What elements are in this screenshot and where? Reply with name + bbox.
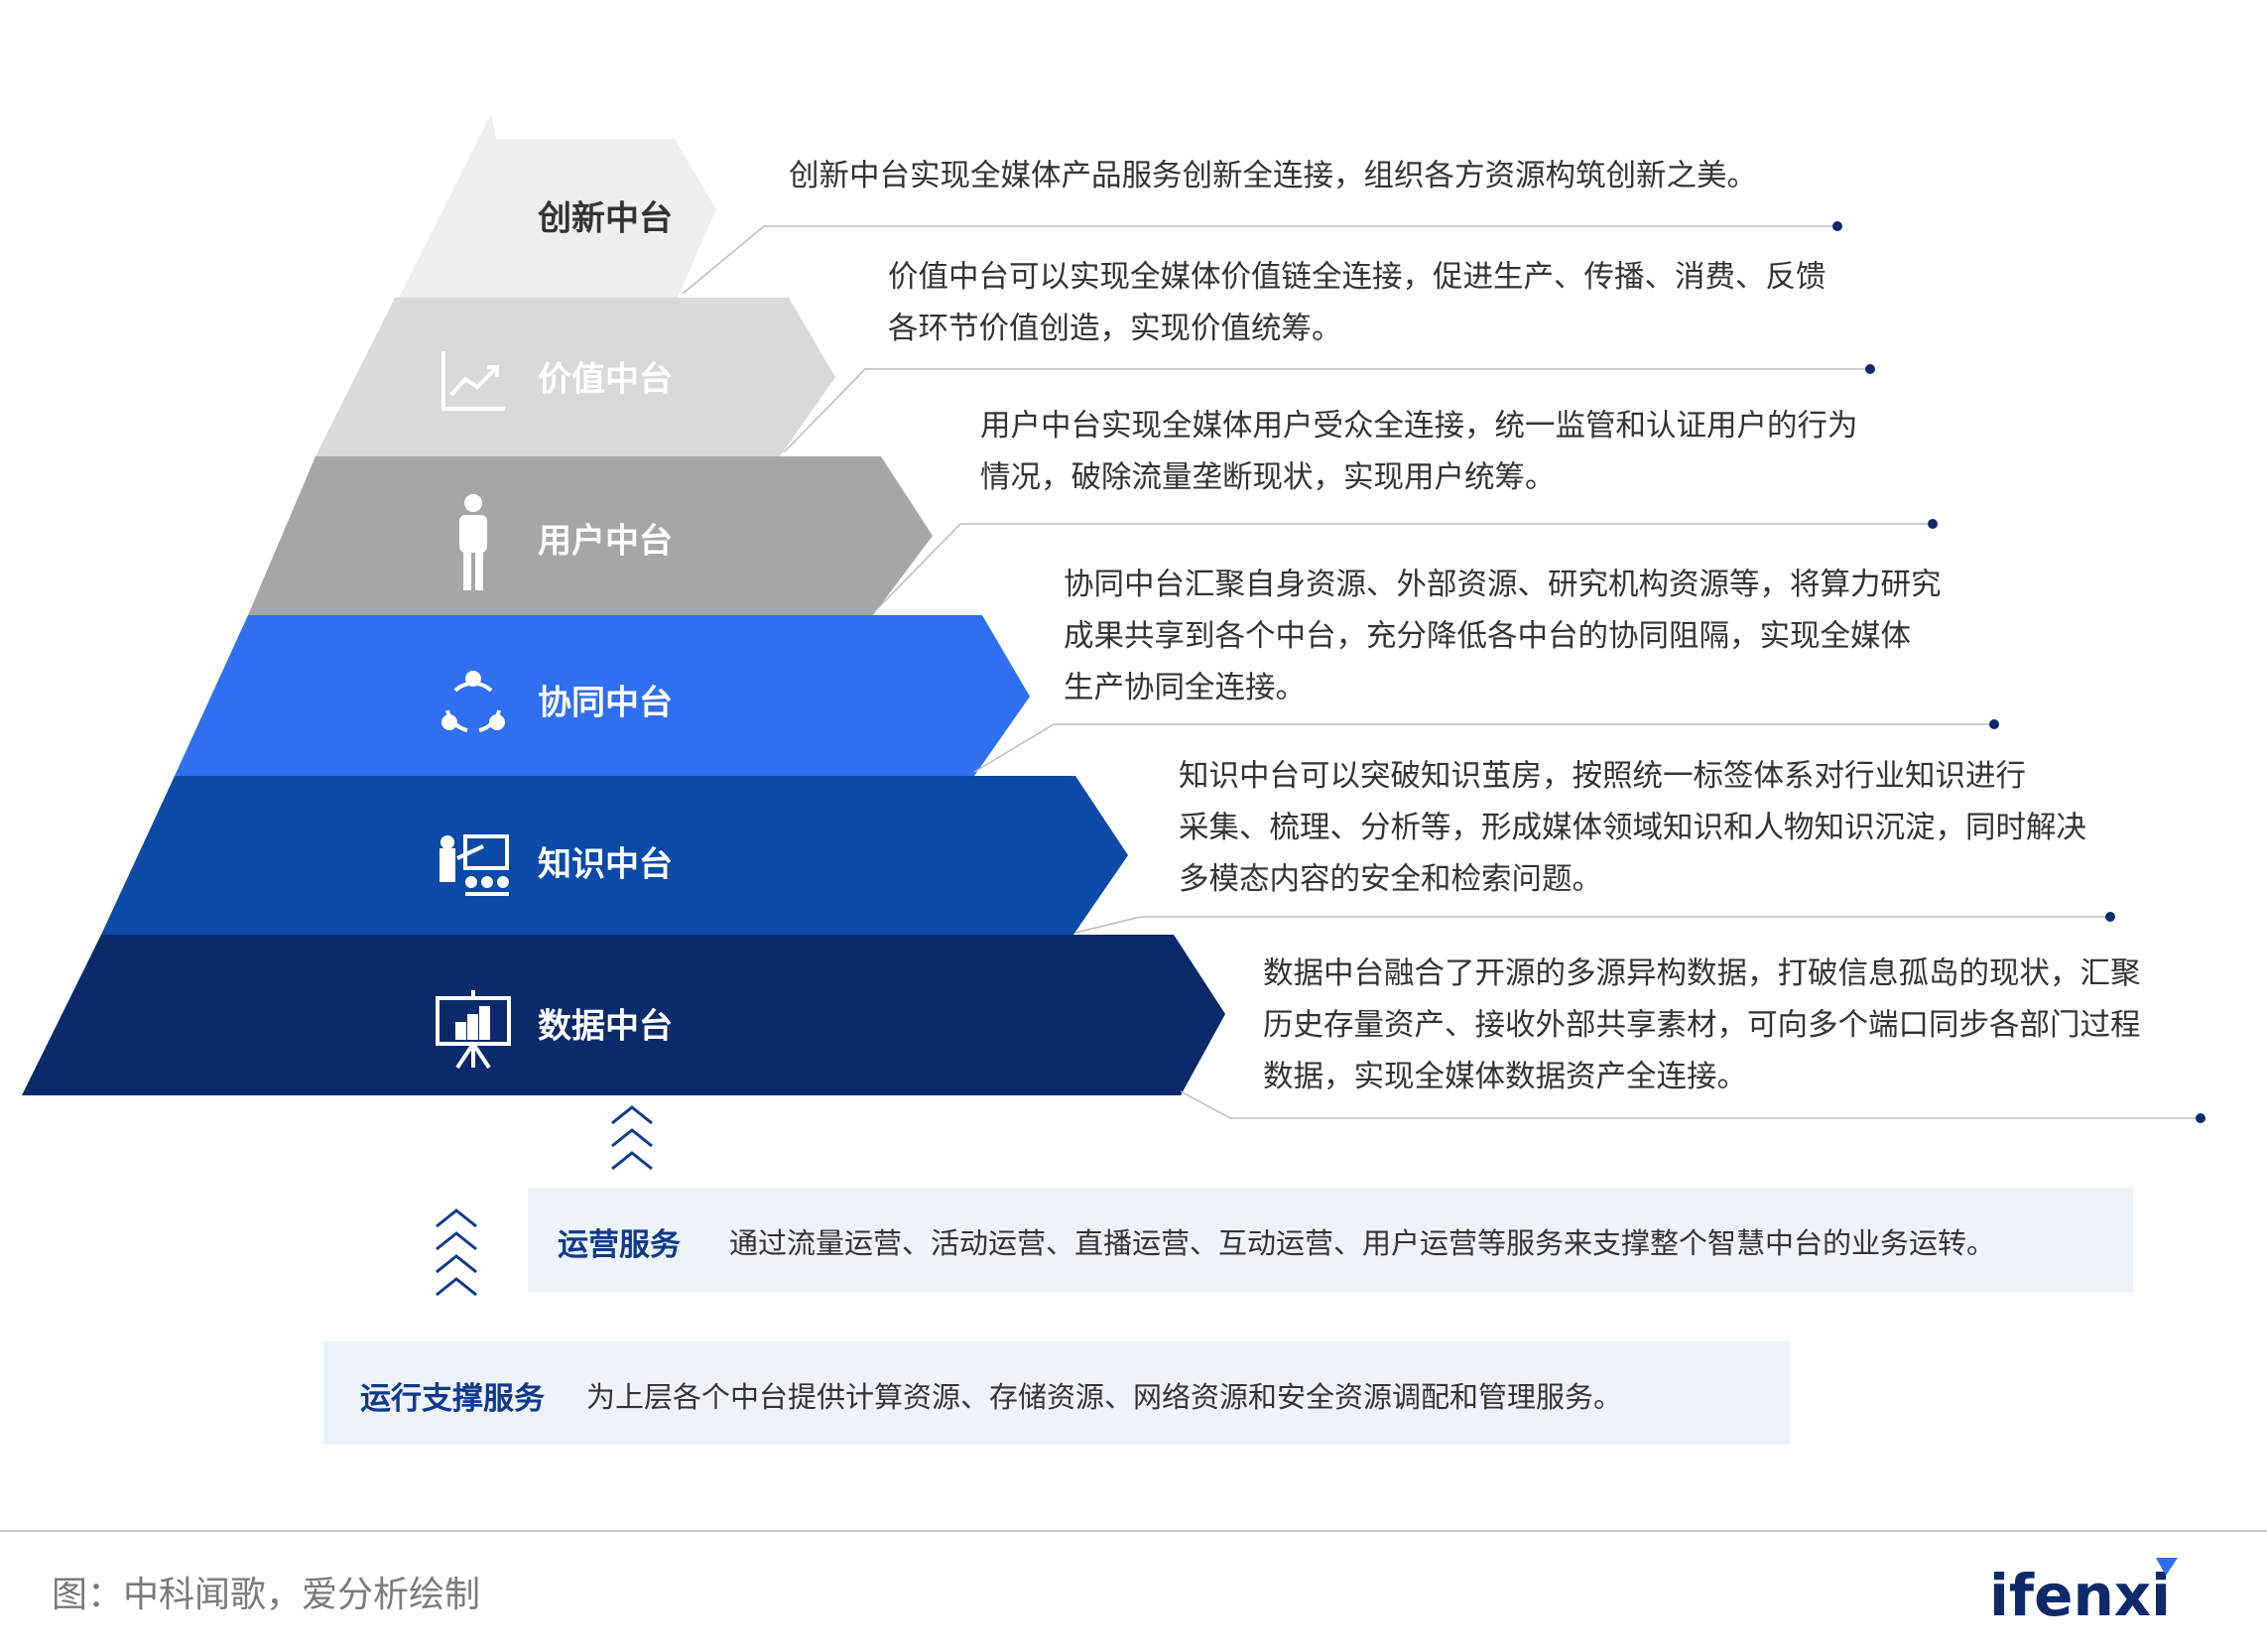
leader-dot <box>1865 364 1875 374</box>
description-line: 数据，实现全媒体数据资产全连接。 <box>1263 1060 1747 1094</box>
description-line: 成果共享到各个中台，充分降低各中台的协同阻隔，实现全媒体 <box>1064 619 1911 654</box>
description-line: 数据中台融合了开源的多源异构数据，打破信息孤岛的现状，汇聚 <box>1263 956 2141 991</box>
description-line: 创新中台实现全媒体产品服务创新全连接，组织各方资源构筑创新之美。 <box>789 159 1757 193</box>
operations-service-title: 运营服务 <box>558 1227 681 1263</box>
layer-description: 价值中台可以实现全媒体价值链全连接，促进生产、传播、消费、反馈 各环节价值创造，实… <box>888 252 1826 355</box>
leader-dot <box>1832 221 1842 231</box>
operations-service-box: 运营服务 通过流量运营、活动运营、直播运营、互动运营、用户运营等服务来支撑整个智… <box>528 1188 2133 1292</box>
description-line: 协同中台汇聚自身资源、外部资源、研究机构资源等，将算力研究 <box>1064 568 1942 602</box>
description-line: 历史存量资产、接收外部共享素材，可向多个端口同步各部门过程 <box>1263 1008 2141 1043</box>
layer-description: 数据中台融合了开源的多源异构数据，打破信息孤岛的现状，汇聚 历史存量资产、接收外部… <box>1263 949 2141 1103</box>
svg-text:ifenxi: ifenxi <box>1989 1562 2171 1629</box>
up-chevrons-icon <box>611 1105 653 1171</box>
leader-dot <box>1989 719 1999 729</box>
up-chevrons-icon <box>436 1208 477 1297</box>
leader-dot <box>1928 519 1938 529</box>
runtime-service-title: 运行支撑服务 <box>360 1381 545 1417</box>
source-note: 图：中科闻歌，爱分析绘制 <box>52 1575 481 1615</box>
pyramid-layer-label: 创新中台 <box>537 199 673 239</box>
pyramid-layer-label: 数据中台 <box>538 1007 673 1047</box>
description-line: 情况，破除流量垄断现状，实现用户统筹。 <box>980 460 1556 495</box>
description-line: 生产协同全连接。 <box>1064 671 1306 705</box>
footer-divider <box>0 1530 2267 1532</box>
description-line: 用户中台实现全媒体用户受众全连接，统一监管和认证用户的行为 <box>980 409 1858 444</box>
leader-line <box>1074 916 2110 934</box>
operations-service-text: 通过流量运营、活动运营、直播运营、互动运营、用户运营等服务来支撑整个智慧中台的业… <box>729 1226 1996 1260</box>
description-line: 知识中台可以突破知识茧房，按照统一标签体系对行业知识进行 <box>1179 759 2026 794</box>
layer-description: 协同中台汇聚自身资源、外部资源、研究机构资源等，将算力研究 成果共享到各个中台，充… <box>1064 560 1942 714</box>
description-line: 各环节价值创造，实现价值统筹。 <box>888 312 1342 346</box>
layer-description: 知识中台可以突破知识茧房，按照统一标签体系对行业知识进行采集、梳理、分析等，形成… <box>1179 751 2086 906</box>
leader-dot <box>2196 1113 2205 1123</box>
pyramid-layer-label: 协同中台 <box>538 684 673 723</box>
layer-description: 用户中台实现全媒体用户受众全连接，统一监管和认证用户的行为 情况，破除流量垄断现状… <box>980 401 1858 504</box>
leader-dot <box>2105 912 2115 922</box>
pyramid-layer-label: 知识中台 <box>538 845 673 885</box>
ifenxi-logo: ifenxi <box>1989 1558 2178 1629</box>
runtime-service-box: 运行支撑服务 为上层各个中台提供计算资源、存储资源、网络资源和安全资源调配和管理… <box>323 1341 1790 1445</box>
pyramid-layer-label: 用户中台 <box>538 522 673 562</box>
description-line: 价值中台可以实现全媒体价值链全连接，促进生产、传播、消费、反馈 <box>888 260 1826 295</box>
runtime-service-text: 为上层各个中台提供计算资源、存储资源、网络资源和安全资源调配和管理服务。 <box>586 1380 1623 1414</box>
pyramid-layer-label: 价值中台 <box>538 360 673 400</box>
layer-description: 创新中台实现全媒体产品服务创新全连接，组织各方资源构筑创新之美。 <box>789 151 1757 202</box>
description-line: 多模态内容的安全和检索问题。 <box>1179 862 1602 897</box>
description-line: 采集、梳理、分析等，形成媒体领域知识和人物知识沉淀，同时解决 <box>1179 811 2086 845</box>
